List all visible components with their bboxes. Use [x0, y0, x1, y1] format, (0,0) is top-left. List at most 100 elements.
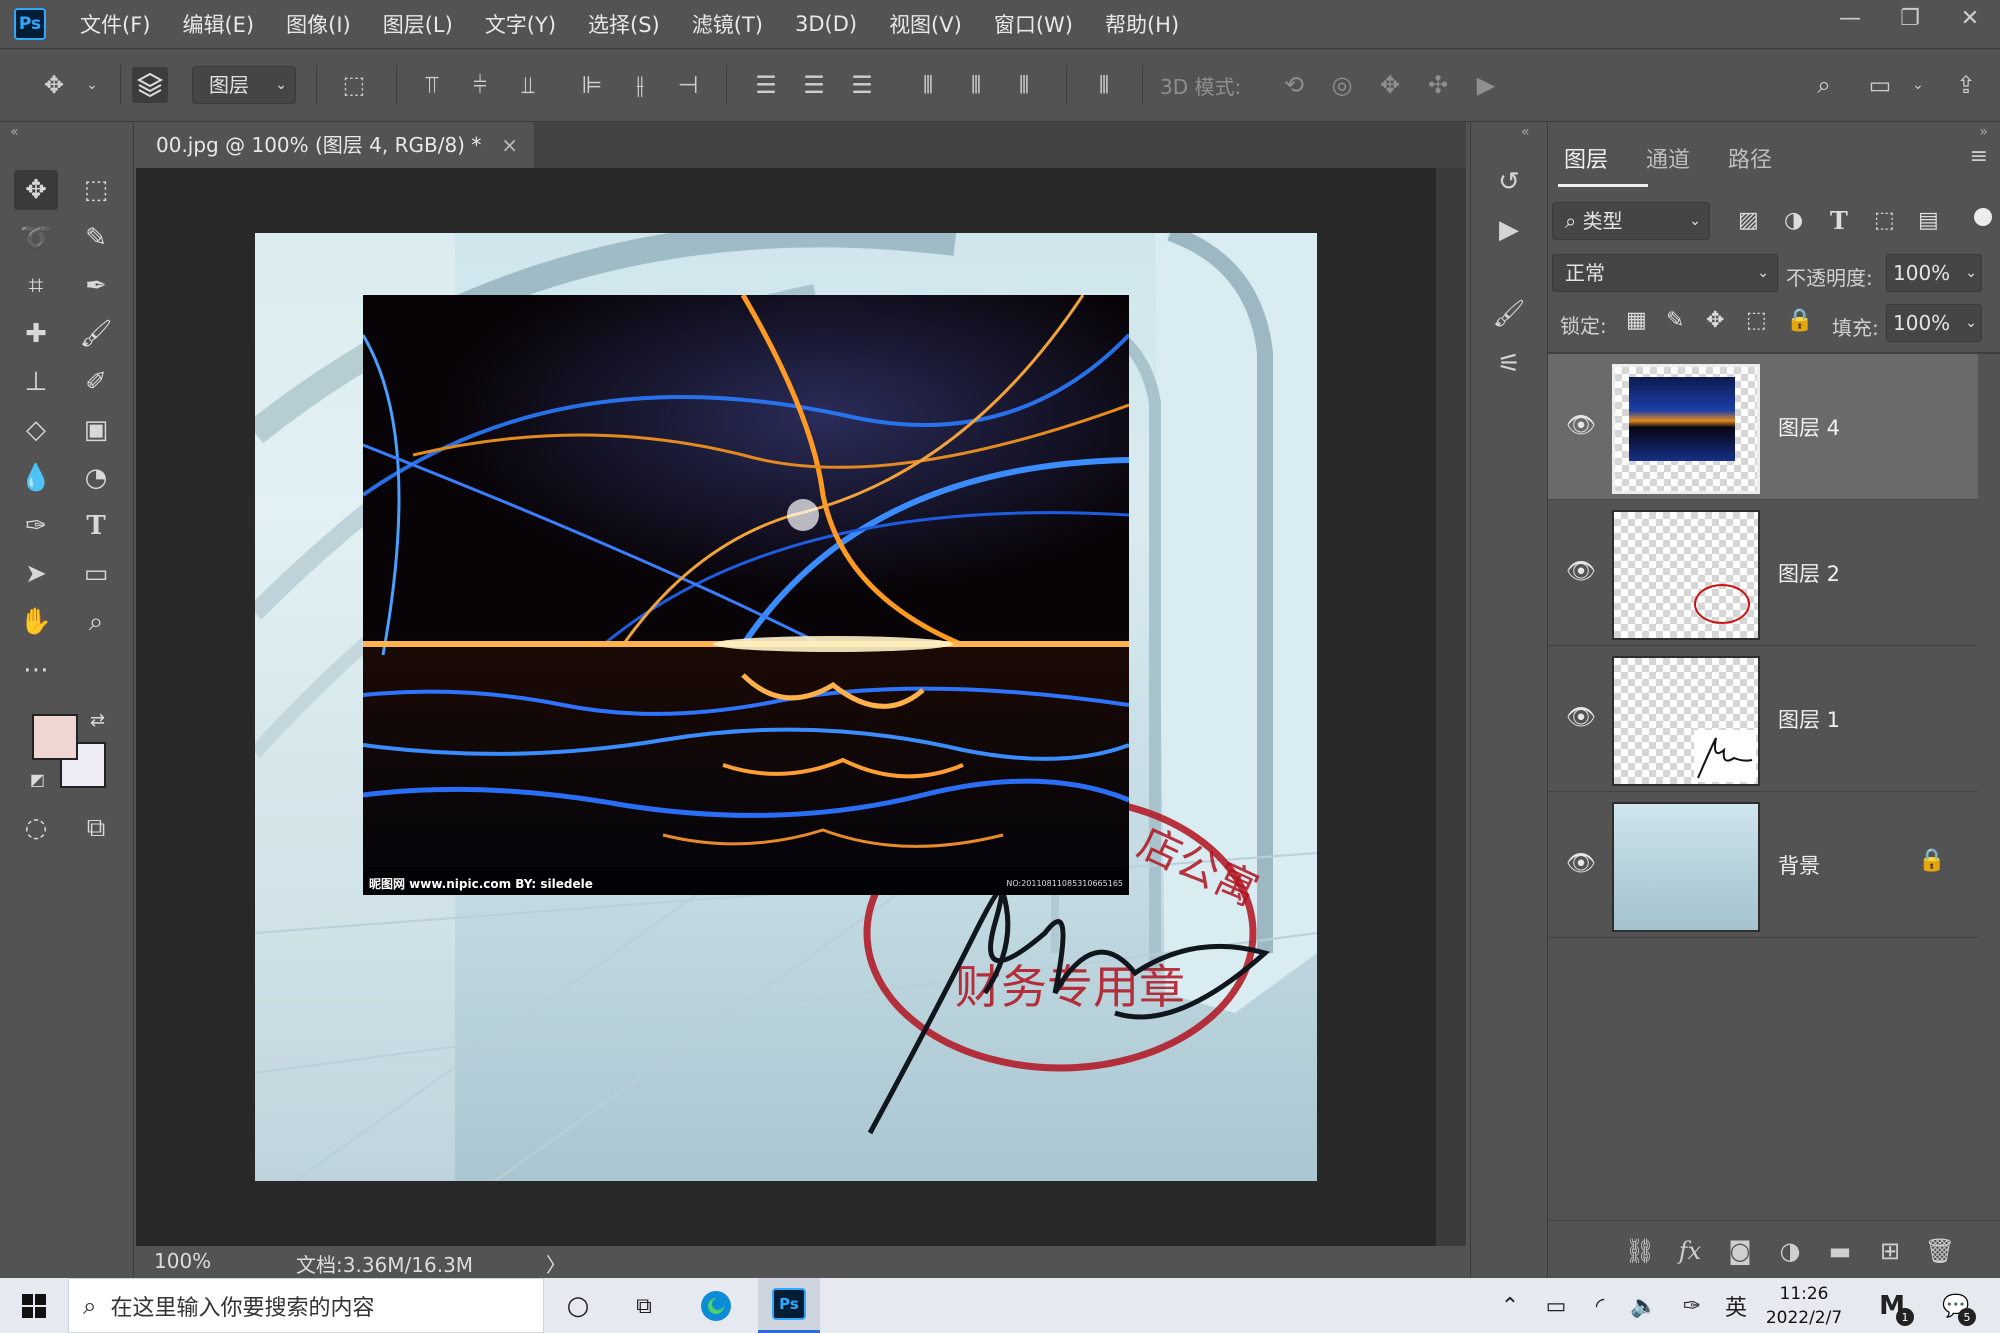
filter-shape-icon[interactable]: ⬚ [1874, 208, 1895, 233]
menu-help[interactable]: 帮助(H) [1089, 9, 1195, 39]
fill-field[interactable]: 100% ⌄ [1886, 304, 1982, 342]
cortana-icon[interactable]: ○ [558, 1286, 598, 1326]
layer-row-4[interactable]: 👁 图层 4 [1548, 354, 1978, 500]
foreground-color-swatch[interactable] [32, 714, 78, 760]
quick-mask-icon[interactable]: ◌ [14, 808, 58, 848]
expand-dock-icon[interactable]: » [1979, 124, 1988, 140]
canvas-scrollbar[interactable] [1436, 168, 1466, 1246]
auto-select-icon[interactable] [132, 67, 168, 103]
menu-file[interactable]: 文件(F) [64, 9, 166, 39]
transform-controls-icon[interactable]: ⬚ [336, 67, 372, 103]
rectangle-tool-icon[interactable]: ▭ [74, 554, 118, 594]
filter-toggle-icon[interactable] [1974, 208, 1992, 226]
align-left-icon[interactable]: ⊫ [574, 67, 610, 103]
share-icon[interactable]: ⇪ [1948, 67, 1984, 103]
3d-orbit-icon[interactable]: ⟲ [1276, 67, 1312, 103]
brush-settings-icon[interactable]: 🖌 [1489, 294, 1529, 334]
link-layers-icon[interactable]: ⛓ [1620, 1231, 1660, 1271]
zoom-level[interactable]: 100% [154, 1249, 211, 1273]
close-window-button[interactable]: ✕ [1940, 0, 2000, 36]
menu-select[interactable]: 选择(S) [572, 9, 676, 39]
battery-icon[interactable]: ▭ [1536, 1286, 1576, 1326]
layer-name[interactable]: 图层 2 [1778, 558, 1840, 588]
more-tools-icon[interactable]: ⋯ [14, 650, 58, 690]
align-vcenter-icon[interactable]: ⫩ [462, 67, 498, 103]
collapse-toolbar-icon[interactable]: « [10, 124, 19, 140]
task-view-icon[interactable]: ⧉ [624, 1286, 664, 1326]
taskbar-search-box[interactable]: ⌕ 在这里输入你要搜索的内容 [68, 1278, 544, 1333]
align-hcenter-icon[interactable]: ⫲ [622, 67, 658, 103]
align-right-icon[interactable]: ⊣ [670, 67, 706, 103]
layer-row-1[interactable]: 👁 图层 1 [1548, 646, 1978, 792]
menu-3d[interactable]: 3D(D) [779, 12, 873, 36]
tool-preset-chevron-icon[interactable]: ⌄ [74, 67, 110, 103]
panel-menu-icon[interactable]: ≡ [1970, 144, 1988, 169]
taskbar-clock[interactable]: 11:26 2022/2/7 [1758, 1282, 1850, 1330]
volume-icon[interactable]: 🔈 [1624, 1286, 1664, 1326]
pen-tool-icon[interactable]: ✑ [14, 506, 58, 546]
distribute-top-icon[interactable]: ☰ [748, 67, 784, 103]
filter-smart-object-icon[interactable]: ▤ [1918, 208, 1939, 233]
tab-layers[interactable]: 图层 [1564, 142, 1608, 174]
lock-all-icon[interactable]: 🔒 [1786, 308, 1813, 333]
adjustments-panel-icon[interactable]: ⚟ [1489, 344, 1529, 384]
distribute-bottom-icon[interactable]: ☰ [844, 67, 880, 103]
layer-name[interactable]: 背景 [1778, 850, 1820, 880]
blur-tool-icon[interactable]: 💧 [14, 458, 58, 498]
tab-channels[interactable]: 通道 [1646, 142, 1690, 174]
menu-filter[interactable]: 滤镜(T) [676, 9, 779, 39]
align-bottom-icon[interactable]: ⫫ [510, 67, 546, 103]
search-icon[interactable]: ⌕ [1806, 67, 1842, 103]
fx-icon[interactable]: fx [1670, 1231, 1710, 1271]
workspace-icon[interactable]: ▭ [1862, 67, 1898, 103]
actions-panel-icon[interactable]: ▶ [1489, 210, 1529, 250]
show-hidden-icons-icon[interactable]: ⌃ [1490, 1286, 1530, 1326]
default-colors-icon[interactable]: ◩ [30, 770, 45, 789]
tab-paths[interactable]: 路径 [1728, 142, 1772, 174]
3d-slide-icon[interactable]: ✣ [1420, 67, 1456, 103]
lock-transparent-icon[interactable]: ▦ [1626, 308, 1647, 333]
history-brush-tool-icon[interactable]: ✐ [74, 362, 118, 402]
move-tool-icon[interactable]: ✥ [36, 67, 72, 103]
filter-type-icon[interactable]: T [1830, 206, 1848, 235]
visibility-eye-icon[interactable]: 👁 [1564, 846, 1598, 880]
layer-name[interactable]: 图层 1 [1778, 704, 1840, 734]
distribute-right-icon[interactable]: ⫴ [1006, 67, 1042, 103]
layer-row-background[interactable]: 👁 背景 🔒 [1548, 792, 1978, 938]
eraser-tool-icon[interactable]: ◇ [14, 410, 58, 450]
history-panel-icon[interactable]: ↺ [1489, 162, 1529, 202]
lock-position-icon[interactable]: ✥ [1706, 308, 1724, 333]
hand-tool-icon[interactable]: ✋ [14, 602, 58, 642]
filter-adjustment-icon[interactable]: ◑ [1784, 208, 1803, 233]
workspace-chevron-icon[interactable]: ⌄ [1900, 67, 1936, 103]
distribute-hcenter-icon[interactable]: ⫴ [958, 67, 994, 103]
screen-mode-icon[interactable]: ⧉ [74, 808, 118, 848]
layer-name[interactable]: 图层 4 [1778, 412, 1840, 442]
restore-button[interactable]: ❐ [1880, 0, 1940, 36]
clone-stamp-tool-icon[interactable]: ⊥ [14, 362, 58, 402]
windows-start-icon[interactable] [14, 1286, 54, 1326]
visibility-eye-icon[interactable]: 👁 [1564, 554, 1598, 588]
network-icon[interactable]: ◜ [1580, 1286, 1620, 1326]
layer-row-2[interactable]: 👁 图层 2 [1548, 500, 1978, 646]
auto-select-target-dropdown[interactable]: 图层 ⌄ [192, 66, 296, 104]
distribute-spacing-icon[interactable]: ⦀ [1086, 67, 1122, 103]
blend-mode-dropdown[interactable]: 正常 ⌄ [1552, 254, 1778, 292]
gradient-tool-icon[interactable]: ▣ [74, 410, 118, 450]
brush-tool-icon[interactable]: 🖌 [74, 314, 118, 354]
3d-camera-icon[interactable]: ▶ [1468, 67, 1504, 103]
marquee-tool-icon[interactable]: ⬚ [74, 170, 118, 210]
menu-layer[interactable]: 图层(L) [367, 9, 469, 39]
photoshop-taskbar-button[interactable]: Ps [758, 1278, 820, 1333]
status-menu-arrow-icon[interactable]: 〉 [546, 1249, 566, 1278]
crop-tool-icon[interactable]: ⌗ [14, 266, 58, 306]
menu-window[interactable]: 窗口(W) [978, 9, 1089, 39]
document-tab[interactable]: 00.jpg @ 100% (图层 4, RGB/8) * × [136, 122, 534, 168]
menu-type[interactable]: 文字(Y) [469, 9, 572, 39]
dodge-tool-icon[interactable]: ◔ [74, 458, 118, 498]
opacity-field[interactable]: 100% ⌄ [1886, 254, 1982, 292]
collapse-dock-icon[interactable]: « [1521, 124, 1530, 140]
lasso-tool-icon[interactable]: ➰ [14, 218, 58, 258]
menu-view[interactable]: 视图(V) [873, 9, 978, 39]
healing-brush-tool-icon[interactable]: ✚ [14, 314, 58, 354]
